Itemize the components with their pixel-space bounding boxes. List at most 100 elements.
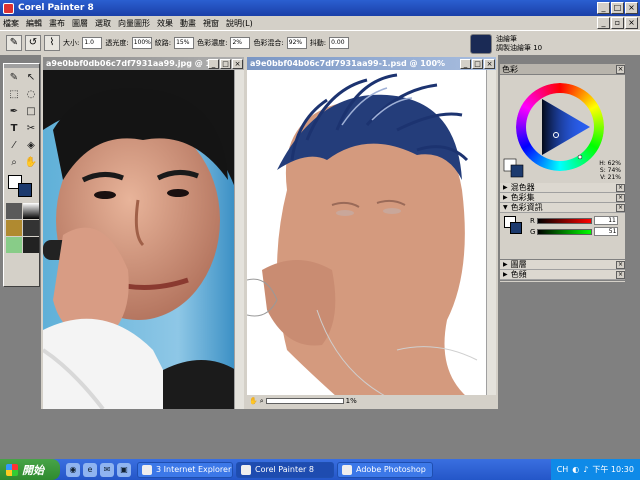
paper-selector-icon[interactable] bbox=[6, 203, 22, 219]
brush-category-icon[interactable] bbox=[470, 33, 492, 54]
menu-bar: 檔案 編輯 畫布 圖層 選取 向量圖形 效果 動畫 視窗 說明(L) _ ▫ × bbox=[0, 16, 640, 30]
jitter-field[interactable]: 0.00 bbox=[329, 37, 350, 49]
red-slider[interactable] bbox=[536, 217, 592, 224]
quick-launch-icon[interactable]: ▣ bbox=[117, 462, 131, 477]
magnifier-icon[interactable]: ⌕ bbox=[6, 155, 22, 171]
property-bar: ✎ ↺ ⌇ 大小: 1.0 透光度: 100% 紋路: 15% 色彩濃度: 2%… bbox=[0, 30, 640, 56]
resat-field[interactable]: 2% bbox=[230, 37, 251, 49]
painting-document-title: a9e0bbf04b06c7df7931aa99-1.psd @ 100% bbox=[250, 59, 446, 68]
grain-field[interactable]: 15% bbox=[174, 37, 195, 49]
quick-launch-icon[interactable]: ✉ bbox=[100, 462, 114, 477]
task-corel-painter[interactable]: Corel Painter 8 bbox=[236, 461, 334, 478]
menu-canvas[interactable]: 畫布 bbox=[49, 18, 65, 29]
quick-launch: ◉ e ✉ ▣ bbox=[60, 462, 137, 477]
app-titlebar: Corel Painter 8 _ □ × bbox=[0, 0, 640, 16]
color-wheel-area: H: 62% S: 74% V: 21% bbox=[500, 75, 625, 183]
task-internet-explorer[interactable]: 3 Internet Explorer bbox=[137, 461, 233, 478]
brush-category[interactable]: 油繪筆 bbox=[496, 35, 626, 44]
gradient-selector-icon[interactable] bbox=[23, 203, 39, 219]
text-icon[interactable]: T bbox=[6, 121, 22, 137]
paint-bucket-icon[interactable]: ◈ bbox=[23, 138, 39, 154]
menu-shapes[interactable]: 向量圖形 bbox=[118, 18, 150, 29]
dropper-icon[interactable]: ⁄ bbox=[6, 138, 22, 154]
painting-close-button[interactable]: × bbox=[484, 58, 495, 69]
language-indicator[interactable]: CH bbox=[557, 465, 569, 474]
painting-document-titlebar[interactable]: a9e0bbf04b06c7df7931aa99-1.psd @ 100% _ … bbox=[247, 57, 496, 70]
bleed-field[interactable]: 92% bbox=[286, 37, 307, 49]
zoom-slider[interactable] bbox=[265, 398, 344, 404]
green-slider[interactable] bbox=[537, 228, 593, 235]
opacity-field[interactable]: 100% bbox=[131, 37, 152, 49]
painting-minimize-button[interactable]: _ bbox=[460, 58, 471, 69]
painting-vertical-scrollbar[interactable] bbox=[486, 70, 496, 397]
painting-maximize-button[interactable]: □ bbox=[472, 58, 483, 69]
red-value-field[interactable]: 11 bbox=[593, 216, 618, 225]
scissors-icon[interactable]: ✂ bbox=[23, 121, 39, 137]
size-field[interactable]: 1.0 bbox=[82, 37, 103, 49]
size-label: 大小: bbox=[63, 39, 80, 47]
grabber-icon[interactable]: ✋ bbox=[23, 155, 39, 171]
palette-row-color-info[interactable]: ▼ 色彩資訊 × bbox=[500, 203, 625, 213]
menu-window[interactable]: 視窗 bbox=[203, 18, 219, 29]
color-sets-close-icon[interactable]: × bbox=[616, 193, 625, 202]
menu-edit[interactable]: 編輯 bbox=[26, 18, 42, 29]
doc-restore-button[interactable]: ▫ bbox=[611, 17, 624, 29]
reference-photo[interactable] bbox=[43, 70, 236, 409]
color-info-close-icon[interactable]: × bbox=[616, 203, 625, 212]
painting-canvas[interactable] bbox=[247, 70, 487, 397]
menu-file[interactable]: 檔案 bbox=[3, 18, 19, 29]
minimize-button[interactable]: _ bbox=[597, 2, 610, 14]
look-selector-icon[interactable] bbox=[6, 237, 22, 253]
volume-icon[interactable]: ♪ bbox=[583, 465, 588, 474]
tray-icon[interactable]: ◐ bbox=[572, 465, 579, 474]
doc-close-button[interactable]: × bbox=[625, 17, 638, 29]
channels-close-icon[interactable]: × bbox=[616, 270, 625, 279]
brush-icon[interactable]: ✎ bbox=[6, 70, 22, 86]
doc-minimize-button[interactable]: _ bbox=[597, 17, 610, 29]
menu-movie[interactable]: 動畫 bbox=[180, 18, 196, 29]
menu-help[interactable]: 說明(L) bbox=[226, 18, 253, 29]
brush-variant[interactable]: 調製油繪筆 10 bbox=[496, 44, 626, 53]
rect-select-icon[interactable]: ⬚ bbox=[6, 87, 22, 103]
task-label: Adobe Photoshop bbox=[356, 465, 426, 474]
shape-icon[interactable]: □ bbox=[23, 104, 39, 120]
mixer-close-icon[interactable]: × bbox=[616, 183, 625, 192]
layer-adjuster-icon[interactable]: ↖ bbox=[23, 70, 39, 86]
grabber-small-icon[interactable]: ✋ bbox=[249, 397, 258, 405]
reference-document-titlebar[interactable]: a9e0bbf0db06c7df7931aa99.jpg @ 10... _ □… bbox=[43, 57, 244, 70]
color-palette-close-icon[interactable]: × bbox=[616, 64, 625, 74]
menu-layers[interactable]: 圖層 bbox=[72, 18, 88, 29]
layers-close-icon[interactable]: × bbox=[616, 260, 625, 269]
quick-launch-icon[interactable]: e bbox=[83, 462, 97, 477]
color-selector[interactable] bbox=[6, 175, 38, 199]
task-photoshop[interactable]: Adobe Photoshop bbox=[337, 461, 433, 478]
palette-row-channels[interactable]: ▶ 色頻 × bbox=[500, 270, 625, 280]
reference-minimize-button[interactable]: _ bbox=[208, 58, 219, 69]
zoom-small-icon[interactable]: ⌕ bbox=[260, 397, 264, 406]
maximize-button[interactable]: □ bbox=[611, 2, 624, 14]
nozzle-selector-icon[interactable] bbox=[23, 237, 39, 253]
reset-tool-icon[interactable]: ↺ bbox=[25, 35, 41, 51]
stroke-type-icon[interactable]: ⌇ bbox=[44, 35, 60, 51]
weaving-selector-icon[interactable] bbox=[23, 220, 39, 236]
color-palette-panel: 色彩 × H: 62% S: 74% V: 21% ▶ 混色器 × ▶ 色彩集 … bbox=[499, 63, 626, 283]
menu-effects[interactable]: 效果 bbox=[157, 18, 173, 29]
info-secondary-swatch[interactable] bbox=[510, 222, 522, 234]
brush-selector[interactable]: 油繪筆 調製油繪筆 10 bbox=[470, 31, 626, 56]
menu-select[interactable]: 選取 bbox=[95, 18, 111, 29]
secondary-color-swatch[interactable] bbox=[18, 183, 32, 197]
quick-launch-icon[interactable]: ◉ bbox=[66, 462, 80, 477]
close-button[interactable]: × bbox=[625, 2, 638, 14]
task-label: 3 Internet Explorer bbox=[156, 465, 232, 474]
reference-vertical-scrollbar[interactable] bbox=[234, 70, 244, 409]
reference-close-button[interactable]: × bbox=[232, 58, 243, 69]
color-palette-header[interactable]: 色彩 × bbox=[500, 64, 625, 75]
brush-tool-icon[interactable]: ✎ bbox=[6, 35, 22, 51]
green-value-field[interactable]: 51 bbox=[594, 227, 619, 236]
lasso-icon[interactable]: ◌ bbox=[23, 87, 39, 103]
reference-maximize-button[interactable]: □ bbox=[220, 58, 231, 69]
pen-icon[interactable]: ✒ bbox=[6, 104, 22, 120]
ie-icon bbox=[142, 464, 152, 475]
pattern-selector-icon[interactable] bbox=[6, 220, 22, 236]
start-button[interactable]: 開始 bbox=[0, 459, 60, 480]
